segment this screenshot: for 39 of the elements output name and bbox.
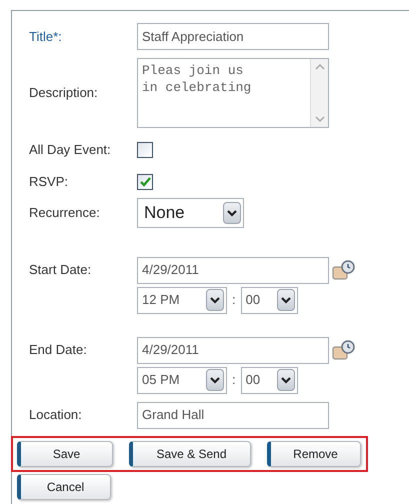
field-label: Location: xyxy=(28,406,83,424)
chevron-down-icon xyxy=(280,296,291,304)
text-field[interactable]: Grand Hall xyxy=(137,402,329,428)
field-label: Start Date: xyxy=(28,261,92,280)
field-label: End Date: xyxy=(28,341,88,360)
chevron-down-icon xyxy=(210,376,220,384)
checkmark-icon xyxy=(140,177,150,187)
action-button[interactable]: Save xyxy=(17,441,113,467)
chevron-down-icon xyxy=(227,210,237,216)
field-label: Description: xyxy=(28,84,99,102)
hour-select[interactable]: 05 PM xyxy=(137,366,227,394)
checkbox[interactable] xyxy=(137,142,153,158)
hour-select[interactable]: 12 PM xyxy=(137,286,227,314)
text-field[interactable]: 4/29/2011 xyxy=(137,336,329,364)
minute-select[interactable]: 00 xyxy=(240,366,298,394)
calendar-icon[interactable] xyxy=(332,339,356,361)
text-field[interactable]: 4/29/2011 xyxy=(137,256,329,284)
dropdown-button[interactable] xyxy=(206,369,224,391)
dropdown-button[interactable] xyxy=(206,289,224,311)
field-label: Title*: xyxy=(28,28,63,46)
time-separator: : xyxy=(232,371,236,390)
dropdown-button[interactable] xyxy=(276,289,295,311)
chevron-down-icon xyxy=(280,376,291,384)
time-separator: : xyxy=(232,291,236,310)
field-label: Recurrence: xyxy=(28,204,101,222)
minute-select[interactable]: 00 xyxy=(240,286,298,314)
field-label: RSVP: xyxy=(28,173,70,192)
action-button[interactable]: Remove xyxy=(267,441,361,467)
action-button[interactable]: Save & Send xyxy=(129,441,251,467)
dropdown-button[interactable] xyxy=(276,369,295,391)
text-field[interactable]: Staff Appreciation xyxy=(137,23,329,50)
dropdown-button[interactable] xyxy=(223,202,241,224)
recurrence-select[interactable]: None xyxy=(137,198,244,228)
action-button[interactable]: Cancel xyxy=(17,474,111,500)
chevron-down-icon xyxy=(210,296,220,304)
description-textarea[interactable]: Pleas join us in celebrating xyxy=(137,58,329,128)
checkbox[interactable] xyxy=(137,174,153,190)
calendar-icon[interactable] xyxy=(332,259,356,281)
field-label: All Day Event: xyxy=(28,141,112,160)
